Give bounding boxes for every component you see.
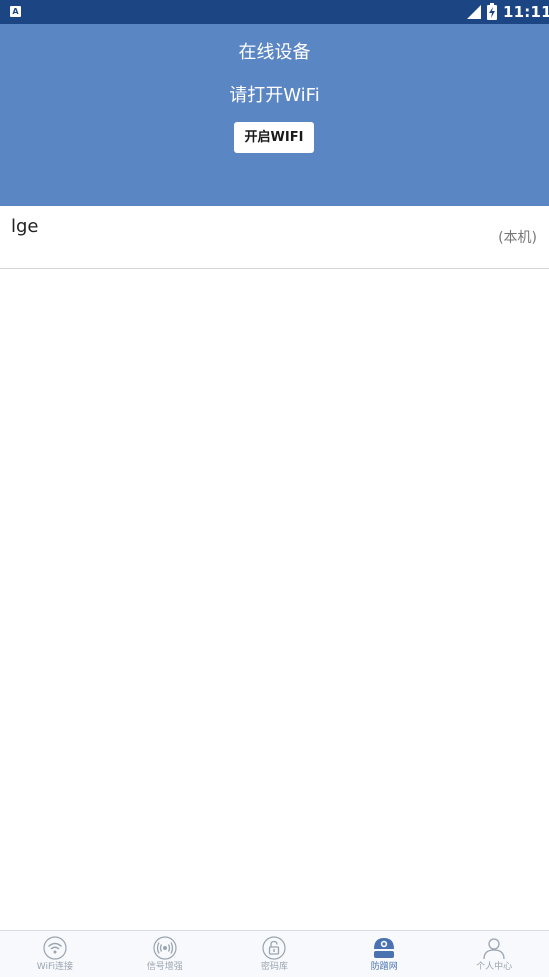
nav-item-personal-center[interactable]: 个人中心 — [439, 931, 549, 977]
nav-item-signal-boost[interactable]: 信号增强 — [110, 931, 220, 977]
person-icon — [483, 938, 505, 960]
header: 在线设备 请打开WiFi 开启WIFI — [0, 24, 549, 206]
nav-label: WiFi连接 — [36, 962, 74, 972]
notification-icon: A — [10, 6, 21, 17]
battery-charging-icon — [487, 3, 497, 20]
screen: A 11:11 在线设备 请打开WiFi 开启WIFI lge (本机) WiF… — [0, 0, 549, 977]
wifi-icon — [43, 936, 67, 960]
status-bar: A 11:11 — [0, 0, 549, 24]
nav-label: 个人中心 — [476, 962, 513, 972]
nav-label: 密码库 — [260, 962, 288, 972]
device-list-item[interactable]: lge (本机) — [0, 206, 549, 269]
open-wifi-button[interactable]: 开启WIFI — [234, 122, 314, 153]
bottom-nav: WiFi连接 信号增强 密码库 防蹭网 个人中心 — [0, 930, 549, 977]
device-tag-self: (本机) — [498, 230, 537, 246]
camera-shield-icon — [374, 938, 395, 958]
nav-label: 信号增强 — [146, 962, 183, 972]
nav-label: 防蹭网 — [370, 962, 398, 972]
lock-icon — [262, 936, 287, 960]
device-name: lge — [11, 216, 39, 237]
signal-icon — [467, 5, 481, 19]
wifi-prompt: 请打开WiFi — [229, 85, 320, 106]
nav-item-wifi-connect[interactable]: WiFi连接 — [0, 931, 110, 977]
status-time: 11:11 — [503, 3, 549, 21]
nav-item-password-library[interactable]: 密码库 — [220, 931, 330, 977]
page-title: 在线设备 — [238, 42, 311, 63]
signal-boost-icon — [153, 936, 177, 960]
nav-item-anti-freeload[interactable]: 防蹭网 — [329, 931, 439, 977]
